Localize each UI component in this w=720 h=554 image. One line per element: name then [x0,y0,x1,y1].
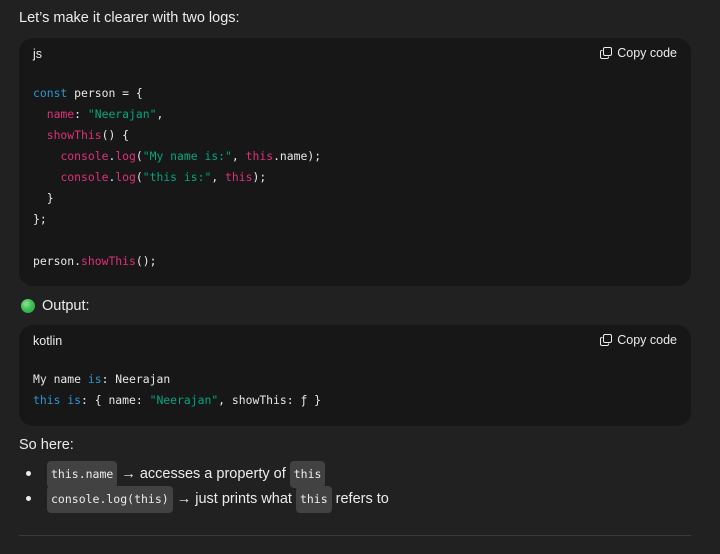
copy-code-label: Copy code [617,46,677,60]
code-token: "Neerajan" [149,393,219,407]
code-token: (); [135,254,157,268]
bullet-text: → just prints what [176,491,292,507]
code-token: : [74,107,88,121]
green-circle-icon [21,299,35,313]
code-token: } [33,191,54,205]
code-token: log [115,170,136,184]
bullet-text: refers to [335,491,389,507]
code-token: , [156,107,164,121]
code-token: My name [33,372,88,386]
copy-code-label: Copy code [617,333,677,347]
code-token: console [60,170,109,184]
code-token: : Neerajan [101,372,171,386]
code-token: ( [135,170,143,184]
so-here-text: So here: [19,437,74,453]
code-token: person. [33,254,82,268]
code-content-js: const person = { name: "Neerajan", showT… [33,83,321,272]
code-token: }; [33,212,47,226]
list-item: console.log(this) → just prints what thi… [19,486,389,513]
inline-code: console.log(this) [47,486,173,513]
code-token: "this is:" [142,170,212,184]
code-token: console [60,149,109,163]
code-token: : { name: [81,393,150,407]
code-token: log [115,149,136,163]
list-item: this.name → accesses a property of this [19,461,389,488]
copy-code-button[interactable]: Copy code [600,333,677,347]
bullet-text: → accesses a property of [121,466,286,482]
copy-icon [600,47,613,59]
code-token: showThis [81,254,136,268]
code-token: "My name is:" [142,149,232,163]
inline-code: this [295,486,332,513]
code-token: is [87,372,102,386]
output-label: Output: [42,298,90,314]
code-token: this [33,393,61,407]
copy-icon [600,334,613,346]
code-token: .name); [273,149,322,163]
code-token: , showThis: ƒ } [218,393,322,407]
code-block-kotlin: kotlin Copy code My name is: Neerajan th… [19,325,691,426]
code-token: this [245,149,274,163]
code-token: ( [135,149,143,163]
code-token: this [225,170,253,184]
bullet-list: this.name → accesses a property of this … [19,461,389,513]
intro-text: Let’s make it clearer with two logs: [19,10,240,26]
code-content-kotlin: My name is: Neerajan this is: { name: "N… [33,369,321,411]
code-token: const [33,86,68,100]
code-token: , [231,149,246,163]
code-token: ); [252,170,267,184]
inline-code: this [289,461,326,488]
code-token: person = { [67,86,143,100]
copy-code-button[interactable]: Copy code [600,46,677,60]
code-token: showThis [46,128,102,142]
code-block-js: js Copy code const person = { name: "Nee… [19,38,691,286]
divider [19,535,691,536]
code-token: is [67,393,82,407]
inline-code: this.name [47,461,118,488]
code-language-label: kotlin [33,334,63,348]
code-token: () { [101,128,130,142]
code-token: , [211,170,226,184]
code-language-label: js [33,47,43,61]
code-token: name [46,107,75,121]
code-token: "Neerajan" [87,107,157,121]
output-heading: Output: [21,296,90,316]
